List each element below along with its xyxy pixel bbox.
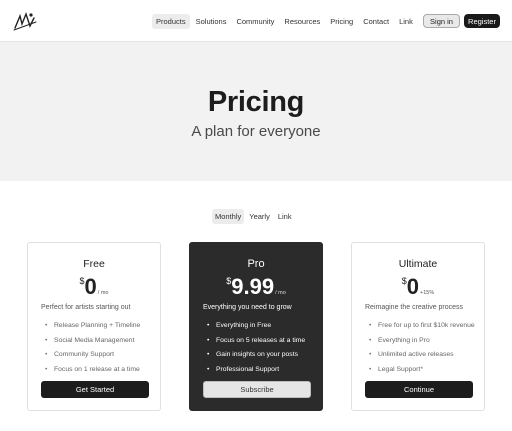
nav-solutions[interactable]: Solutions [192,14,231,29]
nav-resources[interactable]: Resources [280,14,324,29]
get-started-button[interactable]: Get Started [41,381,149,398]
plan-description: Perfect for artists starting out [41,304,131,311]
hero-section: Pricing A plan for everyone [0,42,512,181]
plan-price: $9.99/ mo [190,274,322,300]
feature-item: Release Planning + Timeline [45,319,140,334]
currency-symbol: $ [79,276,85,286]
feature-item: Focus on 5 releases at a time [207,334,305,349]
subscribe-button[interactable]: Subscribe [203,381,311,398]
plan-name: Free [83,258,105,270]
toggle-yearly[interactable]: Yearly [246,209,273,224]
price-amount: 0 [84,274,97,299]
feature-item: Everything in Pro [369,334,475,349]
register-button[interactable]: Register [464,14,500,28]
feature-item: Community Support [45,348,140,363]
feature-item: Everything in Free [207,319,305,334]
plan-card-ultimate: Ultimate $0+15% Reimagine the creative p… [351,242,485,411]
sign-in-button[interactable]: Sign in [423,14,460,28]
plan-price: $0/ mo [28,274,160,300]
price-unit: / mo [97,290,109,296]
feature-item: Unlimited active releases [369,348,475,363]
top-navbar: Products Solutions Community Resources P… [0,0,512,42]
page-title: Pricing [207,86,305,118]
plan-name: Pro [247,258,265,270]
nav-products[interactable]: Products [152,14,190,29]
price-unit: / mo [275,290,286,296]
plan-description: Reimagine the creative process [365,304,464,311]
billing-toggle: Monthly Yearly Link [212,209,297,224]
price-unit: +15% [420,290,435,296]
continue-button[interactable]: Continue [365,381,473,398]
feature-item: Social Media Management [45,334,140,349]
nav-link[interactable]: Link [395,14,417,29]
feature-item: Focus on 1 release at a time [45,363,140,378]
logo-icon[interactable] [12,10,38,32]
toggle-link[interactable]: Link [275,209,295,224]
page-subtitle: A plan for everyone [191,123,321,140]
plan-card-pro: Pro $9.99/ mo Everything you need to gro… [189,242,323,411]
plan-name: Ultimate [398,258,438,270]
price-amount: 0 [406,274,420,299]
feature-list: Everything in Free Focus on 5 releases a… [207,319,305,377]
plan-price: $0+15% [352,274,484,300]
feature-list: Release Planning + Timeline Social Media… [45,319,140,377]
feature-item: Gain insights on your posts [207,348,305,363]
currency-symbol: $ [226,276,232,286]
currency-symbol: $ [401,276,407,286]
plan-description: Everything you need to grow [203,304,292,311]
plan-card-free: Free $0/ mo Perfect for artists starting… [27,242,161,411]
price-amount: 9.99 [231,274,275,299]
nav-community[interactable]: Community [232,14,278,29]
feature-item: Legal Support* [369,363,475,378]
feature-item: Professional Support [207,363,305,378]
main-nav: Products Solutions Community Resources P… [152,14,419,29]
nav-contact[interactable]: Contact [359,14,393,29]
toggle-monthly[interactable]: Monthly [212,209,245,224]
nav-pricing[interactable]: Pricing [326,14,357,29]
feature-list: Free for up to first $10k revenue Everyt… [369,319,475,377]
feature-item: Free for up to first $10k revenue [369,319,475,334]
